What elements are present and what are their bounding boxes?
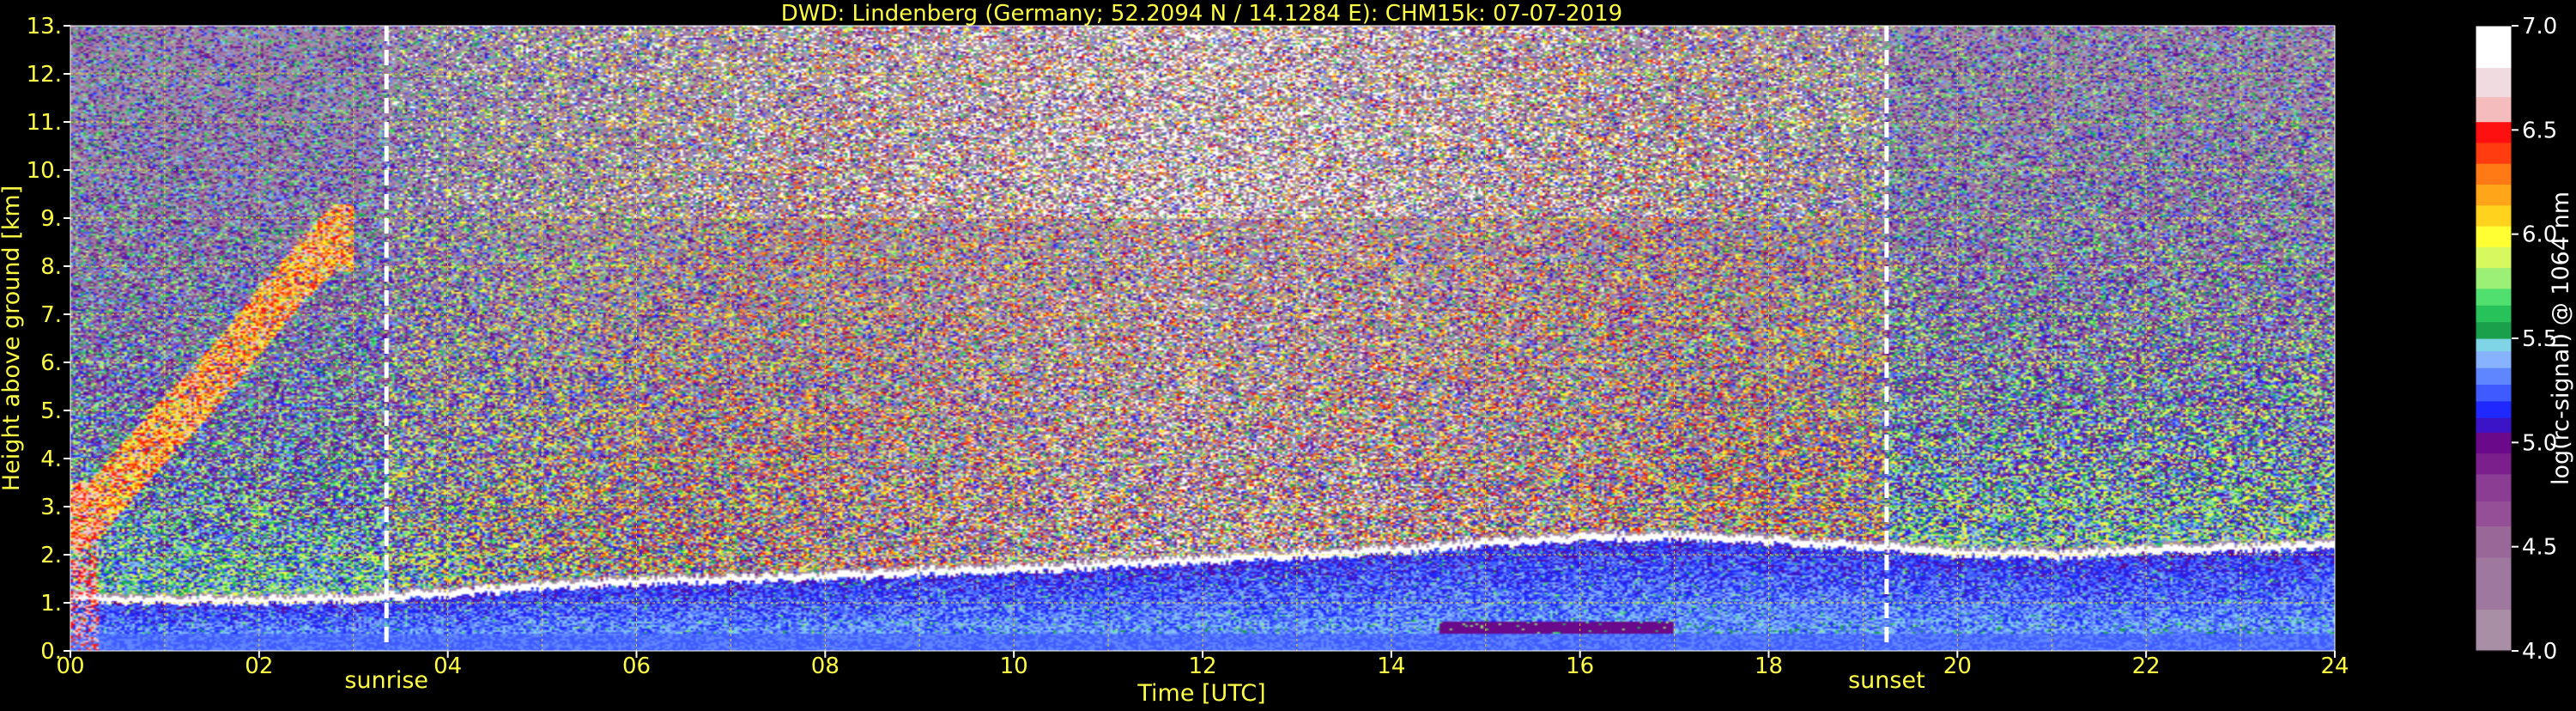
colorbar-band — [2476, 67, 2512, 98]
x-tick-label: 24 — [2320, 653, 2349, 679]
x-tick-label: 20 — [1943, 653, 1972, 679]
colorbar-band — [2476, 501, 2512, 526]
x-tick-label: 10 — [1000, 653, 1028, 679]
colorbar-label: log(rc-signal) @ 1064 nm — [2548, 191, 2574, 485]
colorbar-band — [2476, 367, 2512, 385]
y-tick-label: 13. — [27, 14, 62, 40]
colorbar-band — [2476, 338, 2512, 352]
marker-label-sunrise: sunrise — [344, 667, 428, 694]
y-tick-label: 0. — [40, 639, 62, 665]
colorbar-band — [2476, 556, 2512, 611]
colorbar-band — [2476, 184, 2512, 206]
x-tick-label: 22 — [2132, 653, 2161, 679]
x-tick-label: 06 — [622, 653, 651, 679]
y-tick-label: 1. — [40, 591, 62, 617]
colorbar-band — [2476, 305, 2512, 323]
colorbar-band — [2476, 26, 2512, 69]
colorbar-band — [2476, 246, 2512, 269]
x-tick-label: 18 — [1755, 653, 1783, 679]
colorbar-band — [2476, 121, 2512, 143]
marker-label-sunset: sunset — [1848, 667, 1925, 694]
colorbar-band — [2476, 400, 2512, 418]
colorbar-band — [2476, 473, 2512, 501]
colorbar — [2475, 25, 2512, 652]
x-axis-label: Time [UTC] — [1136, 680, 1265, 707]
x-tick-label: 04 — [433, 653, 462, 679]
colorbar-band — [2476, 96, 2512, 123]
colorbar-band — [2476, 384, 2512, 402]
x-tick-label: 16 — [1566, 653, 1594, 679]
plot-area — [70, 25, 2336, 652]
colorbar-band — [2476, 350, 2512, 368]
colorbar-tick-label: 4.5 — [2522, 535, 2557, 561]
colorbar-band — [2476, 204, 2512, 227]
colorbar-band — [2476, 163, 2512, 185]
x-tick-label: 12 — [1188, 653, 1216, 679]
colorbar-band — [2476, 225, 2512, 247]
y-tick-label: 10. — [27, 158, 62, 184]
y-tick-label: 5. — [40, 398, 62, 424]
colorbar-band — [2476, 609, 2512, 652]
colorbar-band — [2476, 142, 2512, 164]
y-tick-label: 4. — [40, 447, 62, 472]
lidar-figure: DWD: Lindenberg (Germany; 52.2094 N / 14… — [0, 0, 2576, 708]
colorbar-band — [2476, 453, 2512, 475]
x-tick-label: 14 — [1377, 653, 1405, 679]
colorbar-band — [2476, 321, 2512, 339]
colorbar-band — [2476, 432, 2512, 454]
chart-title: DWD: Lindenberg (Germany; 52.2094 N / 14… — [781, 1, 1622, 27]
colorbar-band — [2476, 526, 2512, 558]
y-tick-label: 8. — [40, 254, 62, 280]
ceilometer-chart: DWD: Lindenberg (Germany; 52.2094 N / 14… — [0, 0, 2576, 708]
y-tick-label: 2. — [40, 543, 62, 568]
y-tick-label: 12. — [27, 62, 62, 88]
colorbar-tick-label: 7.0 — [2522, 14, 2557, 40]
colorbar-tick-label: 4.0 — [2522, 639, 2557, 665]
y-tick-label: 3. — [40, 495, 62, 520]
colorbar-band — [2476, 288, 2512, 306]
y-tick-label: 6. — [40, 350, 62, 376]
x-tick-label: 08 — [811, 653, 839, 679]
colorbar-tick-label: 6.5 — [2522, 118, 2557, 143]
y-tick-label: 11. — [27, 110, 62, 136]
colorbar-band — [2476, 267, 2512, 289]
y-tick-label: 7. — [40, 302, 62, 328]
colorbar-band — [2476, 417, 2512, 433]
y-axis-label: Height above ground [km] — [0, 185, 25, 491]
y-tick-label: 9. — [40, 206, 62, 232]
x-tick-label: 02 — [245, 653, 273, 679]
